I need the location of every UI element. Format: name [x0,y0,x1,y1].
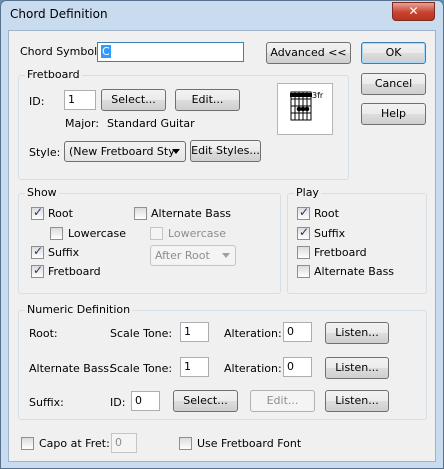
suffix-id-input[interactable]: 0 [131,391,160,411]
fretboard-id-label: ID: [29,95,45,108]
chord-symbol-input[interactable]: C [97,42,244,62]
ok-button[interactable]: OK [361,42,426,64]
chord-diagram: 3fr [277,83,333,135]
root-alteration-input[interactable]: 0 [283,322,312,342]
fretboard-id-input[interactable]: 1 [64,90,96,110]
dialog-body: Chord Symbol: C Advanced << OK Cancel He… [8,30,436,462]
chord-definition-dialog: Chord Definition ✕ Chord Symbol: C Advan… [0,0,444,469]
numeric-alternate-bass-label: Alternate Bass: [29,362,113,375]
advanced-button[interactable]: Advanced << [266,42,351,64]
help-button[interactable]: Help [361,103,426,125]
play-group-label: Play [294,186,321,199]
suffix-listen-button[interactable]: Listen... [325,390,389,412]
close-button[interactable]: ✕ [392,2,435,21]
alt-alteration-label: Alteration: [224,362,282,375]
root-scale-tone-label: Scale Tone: [110,327,173,340]
alternate-bass-listen-button[interactable]: Listen... [325,357,389,379]
show-lowercase-label: Lowercase [68,227,126,240]
alt-scale-tone-label: Scale Tone: [110,362,173,375]
fretboard-select-button[interactable]: Select... [101,89,166,111]
root-scale-tone-input[interactable]: 1 [180,322,209,342]
use-fretboard-font-label: Use Fretboard Font [197,437,302,450]
chord-symbol-label: Chord Symbol: [20,45,101,58]
fretboard-group-label: Fretboard [25,68,82,81]
show-suffix-label: Suffix [48,246,80,259]
show-lowercase-checkbox[interactable] [50,227,63,240]
use-fretboard-font-checkbox[interactable] [179,437,192,450]
show-alternate-bass-label: Alternate Bass [151,207,232,220]
chord-diagram-icon: 3fr [290,91,324,121]
show-alternate-bass-checkbox[interactable] [134,207,147,220]
suffix-select-button[interactable]: Select... [173,390,238,412]
window-title: Chord Definition [10,7,108,21]
show-root-label: Root [48,207,73,220]
show-group-label: Show [25,186,59,199]
check-icon: ✓ [299,225,310,239]
title-bar[interactable]: Chord Definition ✕ [1,1,443,29]
close-icon: ✕ [408,4,419,18]
numeric-root-label: Root: [29,327,58,340]
check-icon: ✓ [33,244,44,258]
root-listen-button[interactable]: Listen... [325,322,389,344]
alternate-bass-position-value: After Root [155,249,210,262]
play-suffix-checkbox[interactable]: ✓ [297,225,310,240]
play-root-checkbox[interactable]: ✓ [297,205,310,220]
play-alternate-bass-label: Alternate Bass [314,265,395,278]
numeric-suffix-label: Suffix: [29,396,64,409]
capo-checkbox[interactable] [21,437,34,450]
play-suffix-label: Suffix [314,227,346,240]
capo-fret-input[interactable]: 0 [111,433,137,453]
capo-label: Capo at Fret: [39,437,110,450]
chevron-down-icon [172,149,180,154]
show-alt-lowercase-label: Lowercase [168,227,226,240]
cancel-button[interactable]: Cancel [361,73,426,95]
check-icon: ✓ [33,263,44,277]
play-fretboard-label: Fretboard [314,246,367,259]
show-suffix-checkbox[interactable]: ✓ [31,244,44,259]
suffix-id-label: ID: [110,396,126,409]
style-label: Style: [29,146,61,159]
diagram-fret-label: 3fr [312,91,324,100]
edit-styles-button[interactable]: Edit Styles... [190,140,261,162]
show-alt-lowercase-checkbox[interactable] [150,227,163,240]
alt-alteration-input[interactable]: 0 [283,357,312,377]
chevron-down-icon [222,253,230,258]
fretboard-style-value: (New Fretboard Sty [69,145,175,158]
suffix-edit-button[interactable]: Edit... [250,390,315,412]
major-label: Major: [65,117,100,130]
check-icon: ✓ [33,205,44,219]
show-fretboard-label: Fretboard [48,265,101,278]
fretboard-edit-button[interactable]: Edit... [175,89,240,111]
alternate-bass-position-dropdown[interactable]: After Root [150,245,236,266]
numeric-definition-label: Numeric Definition [25,303,133,316]
play-fretboard-checkbox[interactable] [297,246,310,259]
root-alteration-label: Alteration: [224,327,282,340]
play-alternate-bass-checkbox[interactable] [297,265,310,278]
play-root-label: Root [314,207,339,220]
major-value: Standard Guitar [107,117,195,130]
show-fretboard-checkbox[interactable]: ✓ [31,263,44,278]
fretboard-style-dropdown[interactable]: (New Fretboard Sty [64,141,186,162]
show-root-checkbox[interactable]: ✓ [31,205,44,220]
check-icon: ✓ [299,205,310,219]
alt-scale-tone-input[interactable]: 1 [180,357,209,377]
